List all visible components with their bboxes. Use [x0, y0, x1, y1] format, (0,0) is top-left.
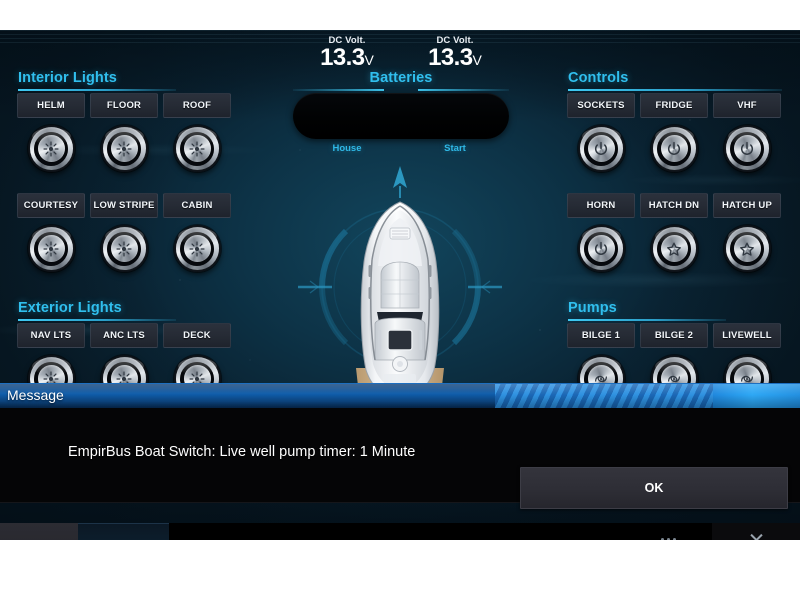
- battery-house-unit: V: [364, 52, 374, 68]
- ok-button[interactable]: OK: [520, 467, 788, 509]
- tab-charts[interactable]: Charts: [169, 523, 260, 540]
- tab-pinned[interactable]: Pinned: [78, 523, 169, 540]
- battery-start-value: 13.3V: [401, 45, 509, 73]
- taskbar-spacer: [533, 523, 624, 540]
- switch-fridge-label: FRIDGE: [640, 93, 708, 118]
- options-button[interactable]: Options: [624, 523, 712, 540]
- exterior-lights-section: Exterior Lights: [18, 300, 176, 321]
- switch-low-stripe[interactable]: LOW STRIPE: [90, 193, 158, 272]
- switch-courtesy-knob[interactable]: [27, 225, 75, 272]
- battery-gauge-pod: [293, 93, 509, 139]
- switch-helm-knob[interactable]: [27, 125, 75, 172]
- switch-sockets-label: SOCKETS: [567, 93, 635, 118]
- battery-house-name: House: [332, 143, 362, 154]
- switch-floor-knob[interactable]: [100, 125, 148, 172]
- controls-divider: [568, 89, 782, 91]
- light-burst-icon: [110, 135, 138, 162]
- message-title: Message: [7, 387, 64, 403]
- switch-cabin[interactable]: CABIN: [163, 193, 231, 272]
- light-burst-icon: [183, 235, 211, 262]
- switch-fridge[interactable]: FRIDGE: [640, 93, 708, 172]
- power-icon: [587, 235, 615, 262]
- switch-horn-knob[interactable]: [577, 225, 625, 272]
- tab-vessel[interactable]: Vessel: [442, 523, 533, 540]
- battery-gauge-house: DC Volt. 13.3V: [293, 35, 401, 73]
- taskbar: 07:50 Pinned Charts Combo SmartMode™ Ves…: [0, 523, 800, 540]
- switch-deck-label: DECK: [163, 323, 231, 348]
- clock[interactable]: 07:50: [0, 523, 78, 540]
- battery-gauge-start: DC Volt. 13.3V: [401, 35, 509, 73]
- light-burst-icon: [37, 235, 65, 262]
- switch-hatch-up-label: HATCH UP: [713, 193, 781, 218]
- switch-floor-label: FLOOR: [90, 93, 158, 118]
- switch-low-stripe-label: LOW STRIPE: [90, 193, 158, 218]
- switch-sockets[interactable]: SOCKETS: [567, 93, 635, 172]
- switch-hatch-dn-knob[interactable]: [650, 225, 698, 272]
- switch-hatch-up[interactable]: HATCH UP: [713, 193, 781, 272]
- exterior-lights-title: Exterior Lights: [18, 300, 122, 316]
- pumps-divider: [568, 319, 726, 321]
- tab-smartmode[interactable]: SmartMode™: [351, 523, 442, 540]
- switch-hatch-dn-label: HATCH DN: [640, 193, 708, 218]
- switch-livewell-label: LIVEWELL: [713, 323, 781, 348]
- batteries-divider: [293, 89, 509, 91]
- switch-roof[interactable]: ROOF: [163, 93, 231, 172]
- switch-helm[interactable]: HELM: [17, 93, 85, 172]
- power-icon: [660, 135, 688, 162]
- interior-lights-divider: [18, 89, 176, 91]
- mfd-screen: Batteries DC Volt. 13.3V DC Volt. 13.3V …: [0, 30, 800, 540]
- switch-bilge-2-label: BILGE 2: [640, 323, 708, 348]
- battery-start-number: 13.3: [428, 44, 473, 71]
- power-icon: [587, 135, 615, 162]
- switch-cabin-label: CABIN: [163, 193, 231, 218]
- switch-courtesy-label: COURTESY: [17, 193, 85, 218]
- star-icon: [660, 235, 688, 262]
- close-button[interactable]: Close: [712, 523, 800, 540]
- ellipsis-icon: [660, 537, 676, 540]
- switch-vhf[interactable]: VHF: [713, 93, 781, 172]
- vessel-graphic: [280, 162, 520, 412]
- switch-vhf-knob[interactable]: [723, 125, 771, 172]
- battery-house-number: 13.3: [320, 44, 365, 71]
- switch-courtesy[interactable]: COURTESY: [17, 193, 85, 272]
- switch-low-stripe-knob[interactable]: [100, 225, 148, 272]
- controls-title: Controls: [568, 70, 629, 86]
- star-icon: [733, 235, 761, 262]
- switch-roof-knob[interactable]: [173, 125, 221, 172]
- light-burst-icon: [110, 235, 138, 262]
- light-burst-icon: [37, 135, 65, 162]
- switch-roof-label: ROOF: [163, 93, 231, 118]
- switch-helm-label: HELM: [17, 93, 85, 118]
- switch-sockets-knob[interactable]: [577, 125, 625, 172]
- power-icon: [733, 135, 761, 162]
- exterior-lights-divider: [18, 319, 176, 321]
- batteries-section: Batteries: [293, 70, 509, 91]
- switch-horn[interactable]: HORN: [567, 193, 635, 272]
- interior-lights-section: Interior Lights: [18, 70, 176, 91]
- switch-anc-lts-label: ANC LTS: [90, 323, 158, 348]
- interior-lights-title: Interior Lights: [18, 70, 117, 86]
- switch-cabin-knob[interactable]: [173, 225, 221, 272]
- switch-fridge-knob[interactable]: [650, 125, 698, 172]
- switch-hatch-dn[interactable]: HATCH DN: [640, 193, 708, 272]
- battery-start-name: Start: [444, 143, 466, 154]
- close-icon: [749, 532, 764, 541]
- battery-house-value: 13.3V: [293, 45, 401, 73]
- message-title-bar: Message: [0, 383, 800, 408]
- controls-section: Controls: [568, 70, 782, 91]
- switch-bilge-1-label: BILGE 1: [567, 323, 635, 348]
- tab-combo[interactable]: Combo: [260, 523, 351, 540]
- pumps-section: Pumps: [568, 300, 726, 321]
- switch-horn-label: HORN: [567, 193, 635, 218]
- switch-floor[interactable]: FLOOR: [90, 93, 158, 172]
- title-bar-gloss: [0, 384, 800, 408]
- clock-time: 07:50: [20, 540, 51, 541]
- switch-hatch-up-knob[interactable]: [723, 225, 771, 272]
- battery-start-unit: V: [472, 52, 482, 68]
- light-burst-icon: [183, 135, 211, 162]
- switch-vhf-label: VHF: [713, 93, 781, 118]
- message-text: EmpirBus Boat Switch: Live well pump tim…: [68, 444, 416, 460]
- switch-nav-lts-label: NAV LTS: [17, 323, 85, 348]
- pumps-title: Pumps: [568, 300, 617, 316]
